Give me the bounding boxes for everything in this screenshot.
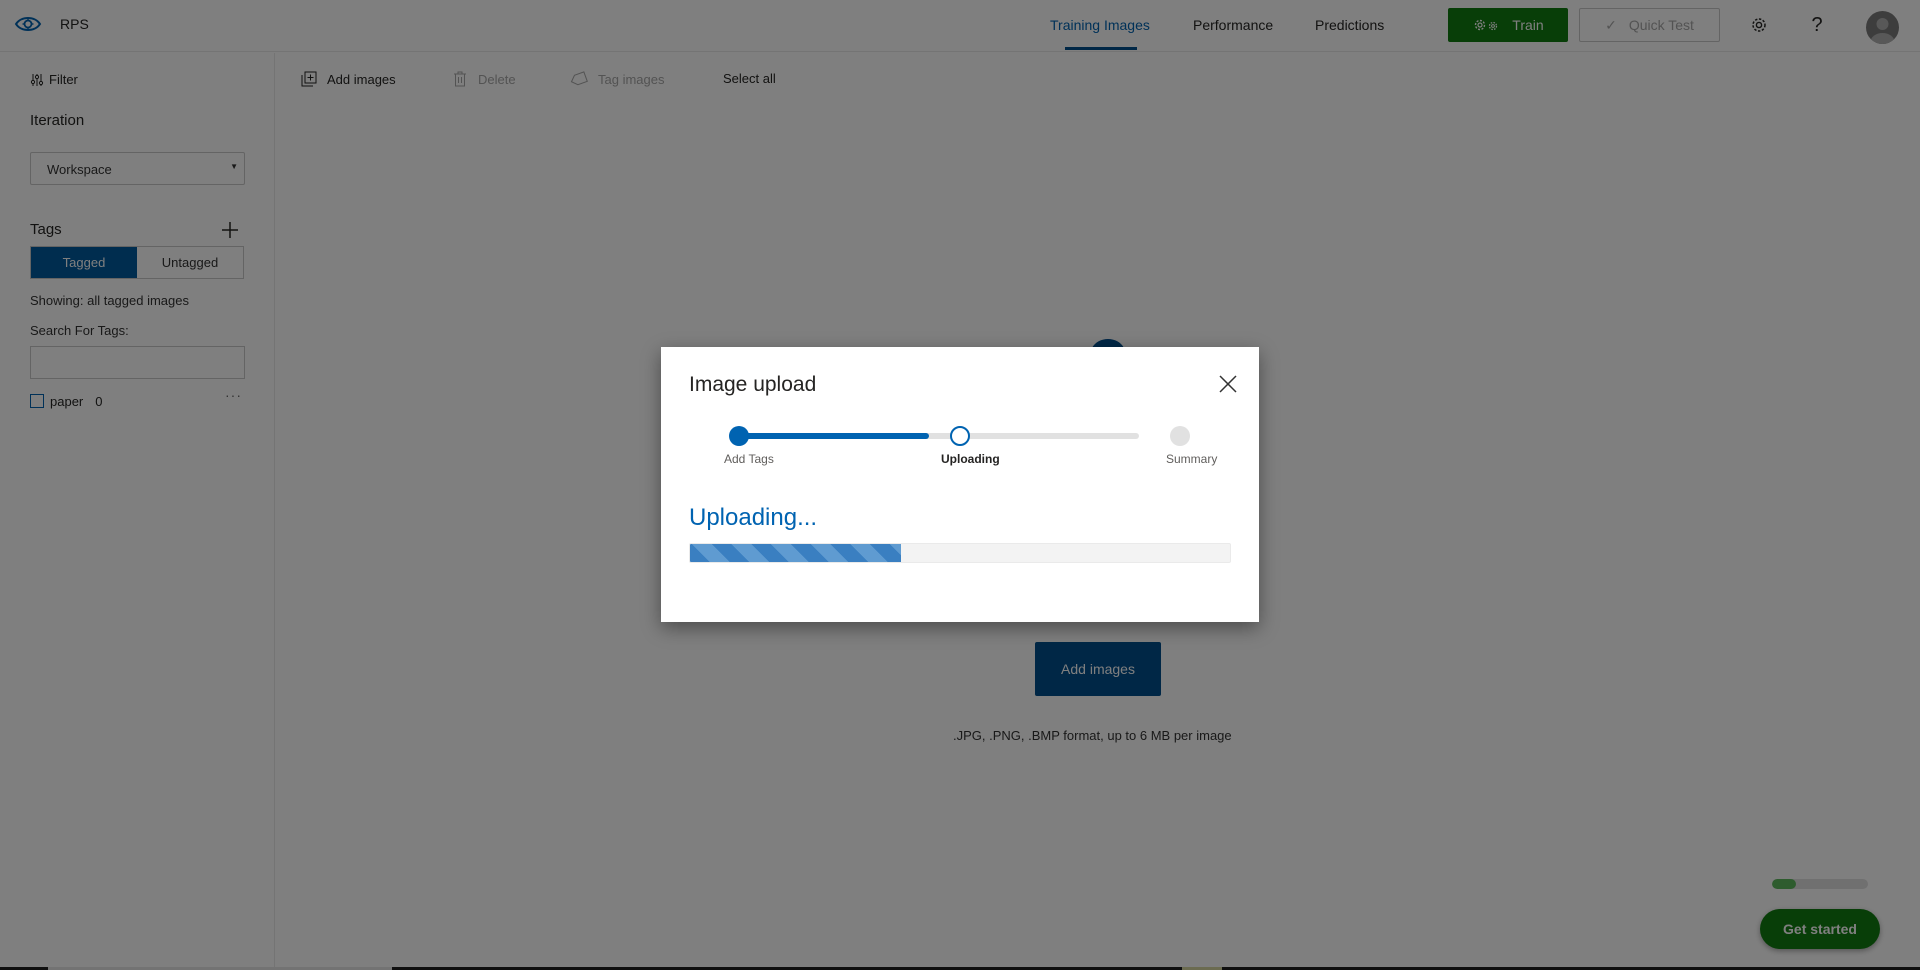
upload-progress-fill (690, 544, 901, 562)
step-label-add-tags: Add Tags (724, 452, 774, 466)
app-root: RPS Training Images Performance Predicti… (0, 0, 1920, 970)
upload-stepper: Add Tags Uploading Summary (661, 347, 1259, 487)
upload-status-text: Uploading... (689, 504, 818, 531)
step-dot-summary (1170, 426, 1190, 446)
step-dot-add-tags (729, 426, 749, 446)
step-label-summary: Summary (1166, 452, 1218, 466)
image-upload-dialog: Image upload Add Tags Uploading Summary … (661, 347, 1259, 622)
stepper-progress (739, 433, 929, 439)
upload-progress-bar (689, 543, 1231, 563)
step-label-uploading: Uploading (941, 452, 1000, 466)
step-dot-uploading (950, 426, 970, 446)
